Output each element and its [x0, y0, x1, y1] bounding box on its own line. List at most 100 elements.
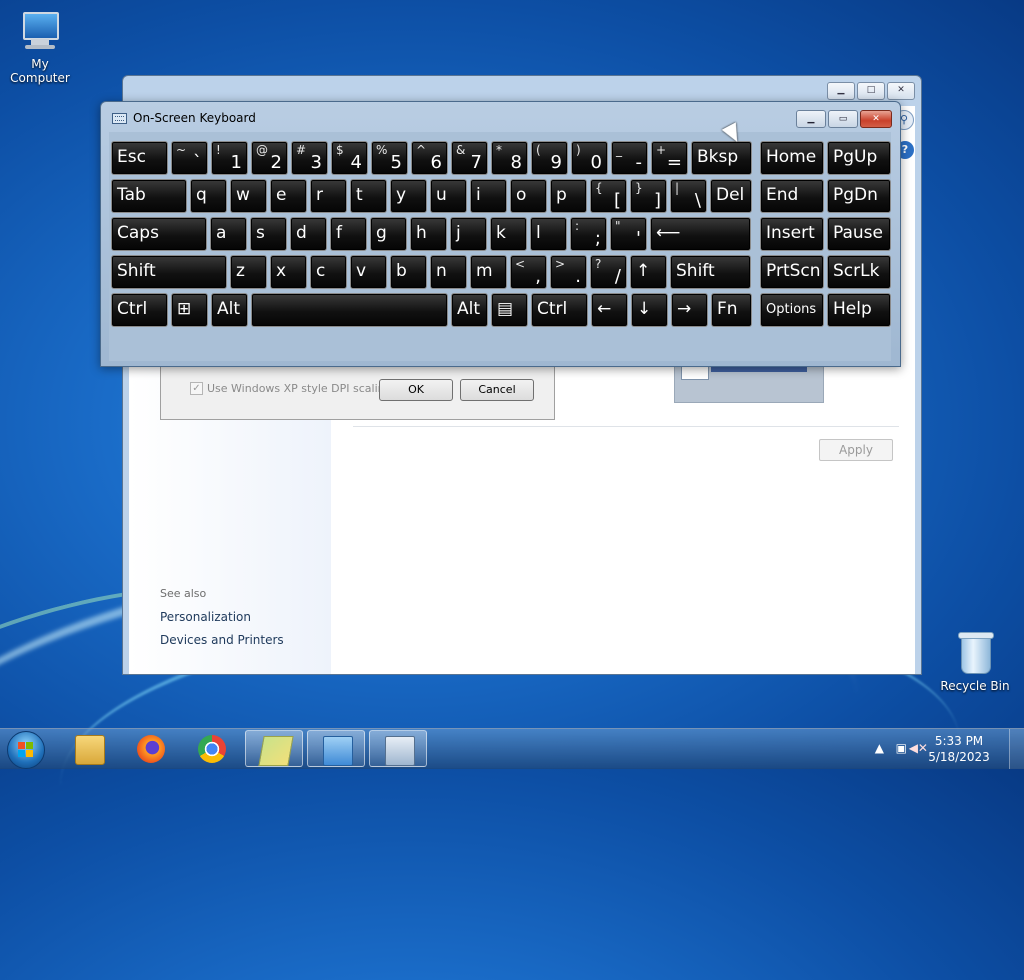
key-options[interactable]: Options: [760, 293, 824, 327]
key-g[interactable]: g: [370, 217, 407, 251]
key-del[interactable]: Del: [710, 179, 752, 213]
key-[interactable]: →: [671, 293, 708, 327]
key-end[interactable]: End: [760, 179, 824, 213]
key-5[interactable]: % 5: [371, 141, 408, 175]
desktop-icon-my-computer[interactable]: My Computer: [0, 10, 80, 85]
key-3[interactable]: #3: [291, 141, 328, 175]
key-[interactable]: <,: [510, 255, 547, 289]
key-tab[interactable]: Tab: [111, 179, 187, 213]
key-space[interactable]: [251, 293, 448, 327]
maximize-button[interactable]: □: [857, 82, 885, 100]
key-[interactable]: ↑: [630, 255, 667, 289]
key-h[interactable]: h: [410, 217, 447, 251]
key-fn[interactable]: Fn: [711, 293, 752, 327]
key-help[interactable]: Help: [827, 293, 891, 327]
minimize-icon[interactable]: ▁: [796, 110, 826, 128]
key-[interactable]: ▤: [491, 293, 528, 327]
key-i[interactable]: i: [470, 179, 507, 213]
key-esc[interactable]: Esc: [111, 141, 168, 175]
taskbar-on-screen-keyboard[interactable]: [369, 730, 427, 767]
key-y[interactable]: y: [390, 179, 427, 213]
key-[interactable]: ~ `: [171, 141, 208, 175]
key-e[interactable]: e: [270, 179, 307, 213]
key-4[interactable]: $4: [331, 141, 368, 175]
key-0[interactable]: ) 0: [571, 141, 608, 175]
link-personalization[interactable]: Personalization: [160, 610, 251, 624]
key-f[interactable]: f: [330, 217, 367, 251]
key-7[interactable]: & 7: [451, 141, 488, 175]
key-caps[interactable]: Caps: [111, 217, 207, 251]
taskbar-firefox[interactable]: [122, 730, 180, 767]
apply-button[interactable]: Apply: [819, 439, 893, 461]
key-[interactable]: }]: [630, 179, 667, 213]
key-bksp[interactable]: Bksp: [691, 141, 752, 175]
key-[interactable]: >.: [550, 255, 587, 289]
cancel-button[interactable]: Cancel: [460, 379, 534, 401]
key-pgup[interactable]: PgUp: [827, 141, 891, 175]
key-[interactable]: ⟵: [650, 217, 751, 251]
key-scrlk[interactable]: ScrLk: [827, 255, 891, 289]
key-m[interactable]: m: [470, 255, 507, 289]
key-shift[interactable]: Shift: [111, 255, 227, 289]
key-[interactable]: + =: [651, 141, 688, 175]
key-j[interactable]: j: [450, 217, 487, 251]
key-ctrl[interactable]: Ctrl: [111, 293, 168, 327]
key-r[interactable]: r: [310, 179, 347, 213]
key-u[interactable]: u: [430, 179, 467, 213]
key-d[interactable]: d: [290, 217, 327, 251]
key-l[interactable]: l: [530, 217, 567, 251]
key-v[interactable]: v: [350, 255, 387, 289]
taskbar-control-panel[interactable]: [307, 730, 365, 767]
key-[interactable]: ? /: [590, 255, 627, 289]
taskbar-chrome[interactable]: [183, 730, 241, 767]
desktop-icon-recycle-bin[interactable]: Recycle Bin: [935, 632, 1015, 693]
key-alt[interactable]: Alt: [211, 293, 248, 327]
key-ctrl[interactable]: Ctrl: [531, 293, 588, 327]
network-icon[interactable]: ▣: [896, 741, 907, 755]
key-a[interactable]: a: [210, 217, 247, 251]
key-1[interactable]: ! 1: [211, 141, 248, 175]
minimize-button[interactable]: ▁: [827, 82, 855, 100]
clock[interactable]: 5:33 PM 5/18/2023: [924, 733, 994, 765]
key-c[interactable]: c: [310, 255, 347, 289]
key-q[interactable]: q: [190, 179, 227, 213]
checkbox-box[interactable]: ✓: [190, 382, 203, 395]
taskbar-folder[interactable]: [245, 730, 303, 767]
key-6[interactable]: ^ 6: [411, 141, 448, 175]
show-desktop-button[interactable]: [1009, 729, 1024, 769]
ok-button[interactable]: OK: [379, 379, 453, 401]
key-z[interactable]: z: [230, 255, 267, 289]
key-8[interactable]: * 8: [491, 141, 528, 175]
key-p[interactable]: p: [550, 179, 587, 213]
taskbar-windows-explorer[interactable]: [60, 730, 118, 767]
key-x[interactable]: x: [270, 255, 307, 289]
key-shift[interactable]: Shift: [670, 255, 751, 289]
key-w[interactable]: w: [230, 179, 267, 213]
close-icon[interactable]: ✕: [860, 110, 892, 128]
key-[interactable]: :;: [570, 217, 607, 251]
key-pgdn[interactable]: PgDn: [827, 179, 891, 213]
key-[interactable]: ↓: [631, 293, 668, 327]
key-2[interactable]: @2: [251, 141, 288, 175]
key-[interactable]: | \: [670, 179, 707, 213]
key-alt[interactable]: Alt: [451, 293, 488, 327]
key-pause[interactable]: Pause: [827, 217, 891, 251]
link-devices-and-printers[interactable]: Devices and Printers: [160, 633, 284, 647]
key-home[interactable]: Home: [760, 141, 824, 175]
key-b[interactable]: b: [390, 255, 427, 289]
xp-dpi-scaling-checkbox[interactable]: ✓ Use Windows XP style DPI scaling: [190, 382, 392, 395]
key-[interactable]: _ -: [611, 141, 648, 175]
key-n[interactable]: n: [430, 255, 467, 289]
close-button[interactable]: ✕: [887, 82, 915, 100]
start-button[interactable]: [7, 731, 45, 769]
key-o[interactable]: o: [510, 179, 547, 213]
key-t[interactable]: t: [350, 179, 387, 213]
key-[interactable]: {[: [590, 179, 627, 213]
key-[interactable]: ←: [591, 293, 628, 327]
key-prtscn[interactable]: PrtScn: [760, 255, 824, 289]
key-s[interactable]: s: [250, 217, 287, 251]
show-hidden-icons-icon[interactable]: ▲: [875, 741, 884, 755]
key-[interactable]: ⊞: [171, 293, 208, 327]
key-[interactable]: " ': [610, 217, 647, 251]
key-k[interactable]: k: [490, 217, 527, 251]
